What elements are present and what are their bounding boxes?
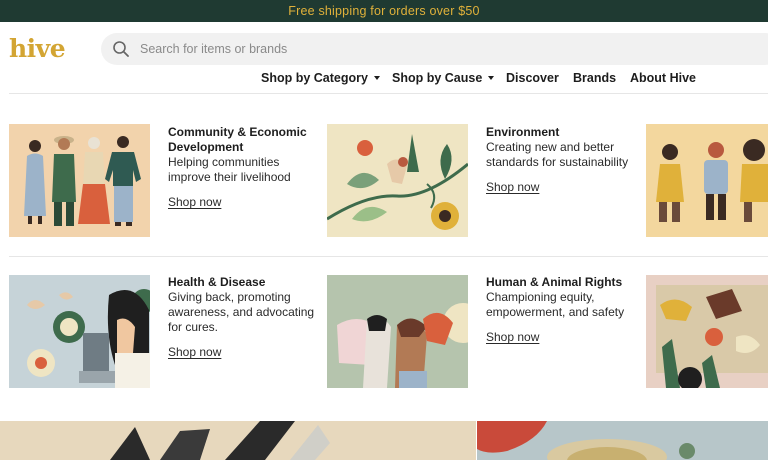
nav-label: Brands [573, 71, 617, 85]
cause-description: Helping communities improve their liveli… [168, 155, 291, 184]
nav-brands[interactable]: Brands [573, 71, 616, 85]
nav-label: Shop by Cause [392, 71, 483, 85]
search-icon[interactable] [112, 40, 130, 58]
chevron-down-icon [488, 76, 495, 80]
cause-description: Giving back, promoting awareness, and ad… [168, 290, 315, 334]
chevron-down-icon [373, 76, 380, 80]
cause-description: Creating new and better standards for su… [486, 140, 629, 169]
promo-banner: Free shipping for orders over $50 [0, 0, 768, 22]
nav-shop-by-category[interactable]: Shop by Category [261, 71, 380, 85]
cause-card-environment: Environment Creating new and better stan… [486, 125, 636, 196]
site-header: hive Shop by Category Shop by Cause Disc… [0, 22, 768, 94]
nav-label: Discover [506, 71, 559, 85]
featured-banner-right[interactable] [477, 421, 768, 460]
human-animal-rights-illustration[interactable] [327, 275, 468, 388]
shop-now-link[interactable]: Shop now [168, 195, 221, 209]
education-illustration[interactable] [646, 124, 768, 237]
search-input[interactable] [140, 42, 700, 56]
hive-logo[interactable]: hive [9, 34, 66, 63]
cause-title: Environment [486, 125, 560, 139]
health-illustration[interactable] [9, 275, 150, 388]
cause-card-community: Community & Economic Development Helping… [168, 125, 318, 211]
cause-card-health: Health & Disease Giving back, promoting … [168, 275, 318, 361]
nav-about-hive[interactable]: About Hive [630, 71, 696, 85]
community-illustration[interactable] [9, 124, 150, 237]
environment-illustration[interactable] [327, 124, 468, 237]
nav-label: About Hive [630, 71, 696, 85]
cause-title: Community & Economic Development [168, 125, 307, 154]
nav-discover[interactable]: Discover [506, 71, 559, 85]
main-nav: Shop by Category Shop by Cause Discover … [0, 71, 768, 89]
cause-description: Championing equity, empowerment, and saf… [486, 290, 625, 319]
featured-banner-left[interactable] [0, 421, 476, 460]
shop-now-link[interactable]: Shop now [168, 345, 221, 359]
food-illustration[interactable] [646, 275, 768, 388]
header-divider [9, 93, 768, 94]
shop-now-link[interactable]: Shop now [486, 330, 539, 344]
cause-title: Health & Disease [168, 275, 266, 289]
shop-now-link[interactable]: Shop now [486, 180, 539, 194]
cause-title: Human & Animal Rights [486, 275, 623, 289]
cause-card-human-animal-rights: Human & Animal Rights Championing equity… [486, 275, 636, 346]
nav-shop-by-cause[interactable]: Shop by Cause [392, 71, 495, 85]
nav-label: Shop by Category [261, 71, 368, 85]
search-bar[interactable] [101, 33, 768, 65]
row-divider [9, 256, 768, 257]
promo-text: Free shipping for orders over $50 [288, 4, 480, 18]
